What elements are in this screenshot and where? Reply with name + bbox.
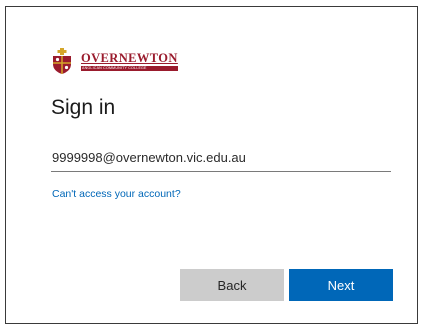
signin-dialog: OVERNEWTON ANGLICAN COMMUNITY COLLEGE Si… xyxy=(5,6,418,324)
cant-access-account-link[interactable]: Can't access your account? xyxy=(52,188,181,200)
logo-name: OVERNEWTON xyxy=(81,51,178,65)
email-field[interactable] xyxy=(51,144,391,172)
school-crest-icon xyxy=(53,48,71,74)
back-button[interactable]: Back xyxy=(180,269,284,301)
school-logo: OVERNEWTON ANGLICAN COMMUNITY COLLEGE xyxy=(51,47,178,75)
logo-tagline: ANGLICAN COMMUNITY COLLEGE xyxy=(81,66,178,71)
next-button[interactable]: Next xyxy=(289,269,393,301)
logo-wordmark: OVERNEWTON ANGLICAN COMMUNITY COLLEGE xyxy=(81,51,178,71)
page-title: Sign in xyxy=(51,96,116,119)
